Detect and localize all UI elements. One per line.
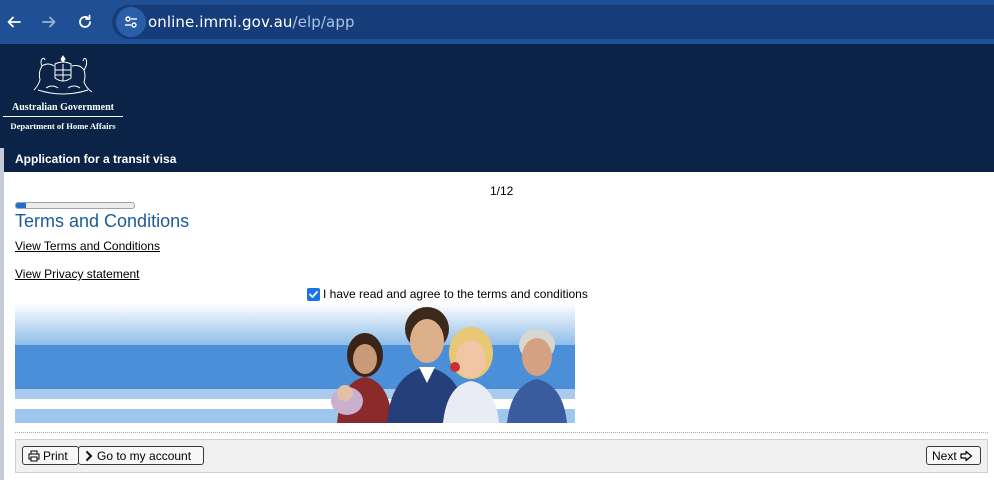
site-info-icon[interactable] bbox=[116, 7, 146, 37]
footer-toolbar: Print Go to my account Next bbox=[15, 439, 988, 473]
url-host: online.immi.gov.au bbox=[148, 13, 293, 31]
url-path: /elp/app bbox=[292, 13, 355, 31]
next-button[interactable]: Next bbox=[926, 446, 981, 465]
arrow-right-icon bbox=[960, 450, 972, 461]
progress-fill bbox=[16, 203, 26, 208]
print-label: Print bbox=[43, 448, 68, 463]
application-title: Application for a transit visa bbox=[15, 152, 177, 166]
url-text[interactable]: online.immi.gov.au/elp/app bbox=[148, 13, 355, 31]
agree-row: I have read and agree to the terms and c… bbox=[307, 287, 588, 301]
back-arrow-icon[interactable] bbox=[2, 10, 26, 34]
checkmark-icon bbox=[309, 290, 318, 298]
footer-divider bbox=[15, 432, 988, 433]
left-border bbox=[0, 148, 4, 480]
header-divider bbox=[3, 116, 123, 117]
next-label: Next bbox=[932, 448, 957, 463]
print-button[interactable]: Print bbox=[22, 446, 79, 465]
agree-checkbox[interactable] bbox=[307, 287, 320, 301]
address-bar[interactable]: online.immi.gov.au/elp/app bbox=[112, 5, 994, 39]
browser-toolbar: online.immi.gov.au/elp/app bbox=[0, 0, 994, 44]
forward-arrow-icon[interactable] bbox=[37, 10, 61, 34]
page-counter: 1/12 bbox=[490, 184, 514, 198]
coat-of-arms-logo bbox=[33, 55, 93, 95]
printer-icon bbox=[28, 450, 40, 461]
reload-icon[interactable] bbox=[73, 10, 97, 34]
account-label: Go to my account bbox=[97, 448, 192, 463]
gov-header: Australian Government Department of Home… bbox=[0, 44, 994, 172]
terms-link[interactable]: View Terms and Conditions bbox=[15, 239, 160, 253]
agree-label: I have read and agree to the terms and c… bbox=[323, 287, 588, 301]
chevron-right-icon bbox=[85, 450, 93, 461]
page-title: Terms and Conditions bbox=[15, 211, 190, 231]
family-banner-image bbox=[15, 303, 575, 423]
progress-bar bbox=[15, 202, 135, 209]
privacy-link[interactable]: View Privacy statement bbox=[15, 267, 140, 281]
dept-name: Department of Home Affairs bbox=[10, 121, 116, 131]
gov-name: Australian Government bbox=[12, 102, 114, 113]
go-to-account-button[interactable]: Go to my account bbox=[78, 446, 204, 465]
